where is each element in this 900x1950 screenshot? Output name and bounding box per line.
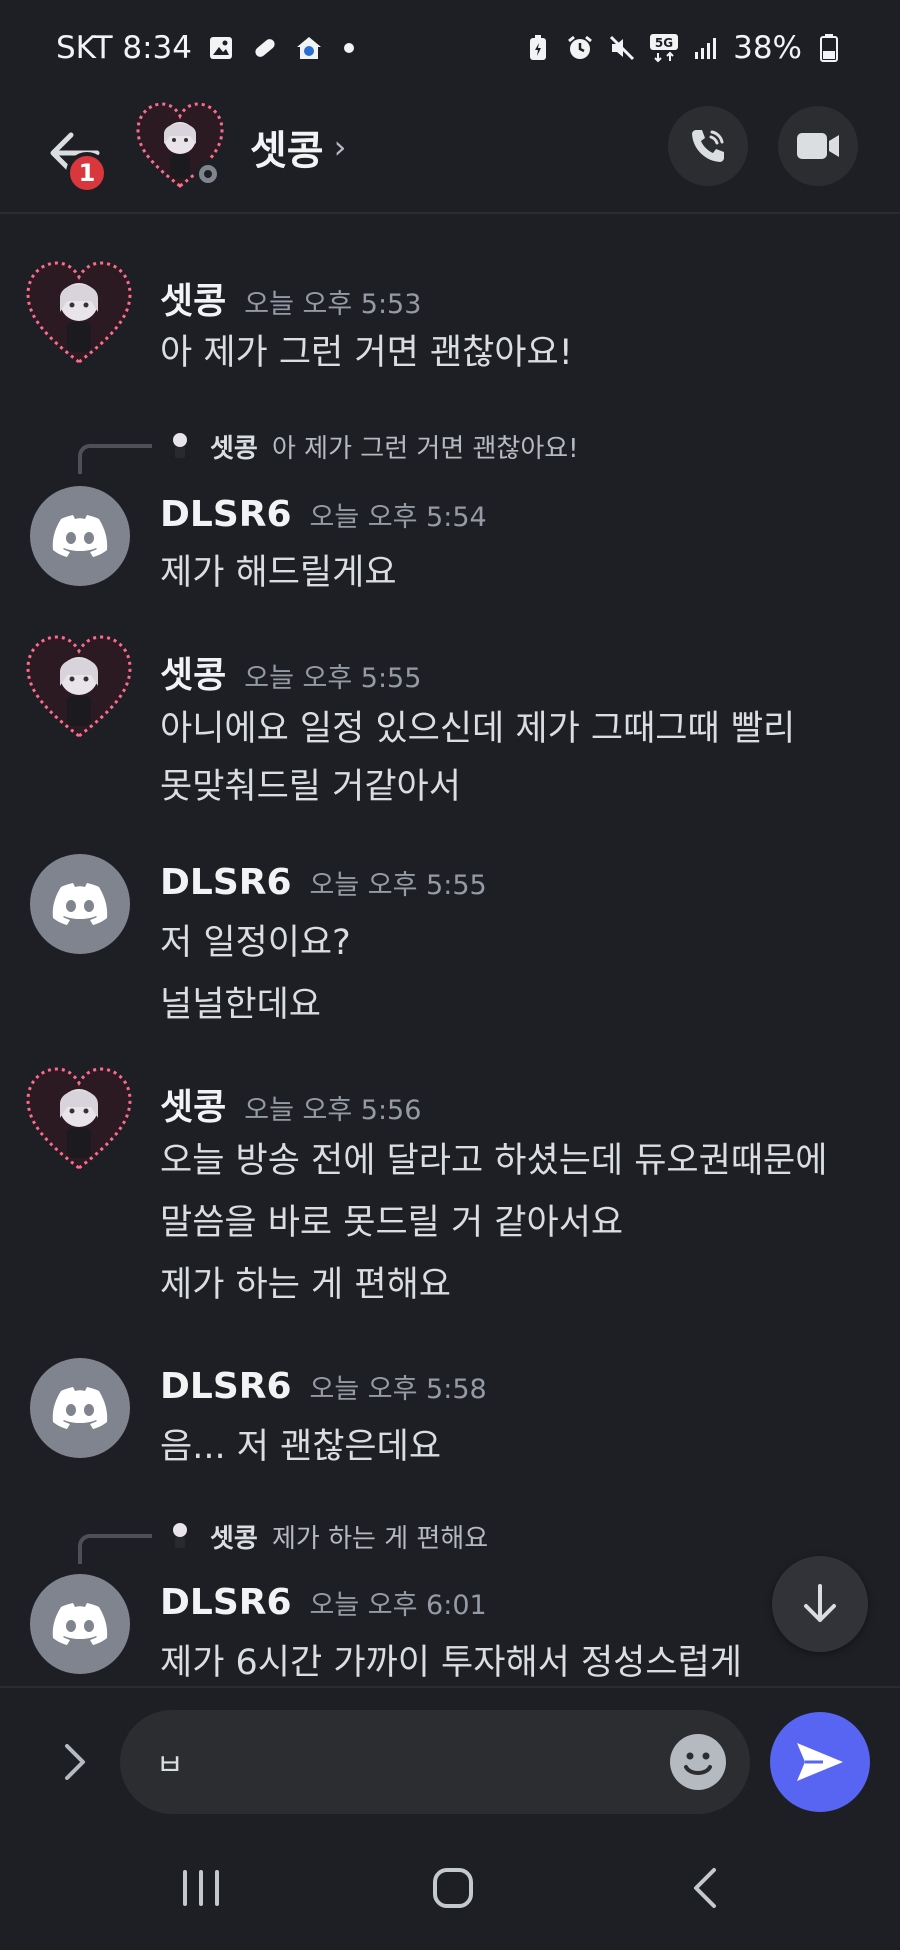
reply-reference[interactable]: 셋콩 제가 하는 게 편해요 xyxy=(0,1514,900,1564)
reply-text: 제가 하는 게 편해요 xyxy=(272,1524,489,1554)
default-avatar[interactable] xyxy=(30,1358,130,1458)
chevron-right-icon xyxy=(65,1744,85,1780)
message-text: 저 일정이요? xyxy=(160,923,351,963)
message-header: DLSR6 오늘 오후 5:55 xyxy=(160,862,487,903)
expand-actions-button[interactable] xyxy=(50,1732,100,1792)
smiley-icon xyxy=(684,1752,712,1775)
default-avatar[interactable] xyxy=(30,1574,130,1674)
discord-logo-icon xyxy=(52,515,108,557)
channel-title-text: 셋콩 xyxy=(250,128,324,174)
message-header: DLSR6 오늘 오후 5:58 xyxy=(160,1366,487,1407)
video-call-button[interactable] xyxy=(778,106,858,186)
recent-apps-icon xyxy=(183,1870,219,1906)
message-text: 못맞춰드릴 거같아서 xyxy=(160,767,461,807)
author-name[interactable]: DLSR6 xyxy=(160,1366,292,1407)
jump-to-bottom-button[interactable] xyxy=(772,1556,868,1652)
alarm-icon xyxy=(565,33,595,63)
message-header: DLSR6 오늘 오후 5:54 xyxy=(160,494,487,535)
carrier-time: SKT 8:34 xyxy=(56,30,193,66)
message-header: 셋콩 오늘 오후 5:55 xyxy=(160,646,421,698)
send-arrow-icon xyxy=(797,1743,843,1781)
signal-icon xyxy=(691,33,721,63)
message-text: 제가 해드릴게요 xyxy=(160,553,397,593)
reply-reference[interactable]: 셋콩 아 제가 그런 거면 괜찮아요! xyxy=(0,424,900,474)
offline-status-icon xyxy=(194,160,222,188)
discord-logo-icon xyxy=(52,1387,108,1429)
message-text: 널널한데요 xyxy=(160,985,322,1025)
message-text: 제가 6시간 가까이 투자해서 정성스럽게 xyxy=(160,1643,742,1683)
chevron-right-icon: › xyxy=(333,128,347,166)
user-avatar[interactable] xyxy=(24,258,134,368)
message-text: 제가 하는 게 편해요 xyxy=(160,1265,451,1305)
battery-icon xyxy=(814,33,844,63)
default-avatar[interactable] xyxy=(30,486,130,586)
reply-spine xyxy=(78,1534,152,1564)
user-avatar[interactable] xyxy=(24,632,134,742)
send-button[interactable] xyxy=(770,1712,870,1812)
reply-author: 셋콩 xyxy=(210,434,258,464)
message-text: 아 제가 그런 거면 괜찮아요! xyxy=(160,333,573,373)
message-text: 말씀을 바로 못드릴 거 같아서요 xyxy=(160,1203,624,1243)
status-bar: SKT 8:34 5G 38% xyxy=(0,0,900,96)
message-header: 셋콩 오늘 오후 5:56 xyxy=(160,1078,421,1130)
reply-author: 셋콩 xyxy=(210,1524,258,1554)
back-chevron-icon xyxy=(694,1868,716,1908)
message-text: 음... 저 괜찮은데요 xyxy=(160,1427,442,1467)
5g-icon: 5G xyxy=(649,33,679,63)
battery-saver-icon xyxy=(523,33,553,63)
timestamp: 오늘 오후 5:58 xyxy=(309,1374,487,1405)
timestamp: 오늘 오후 5:56 xyxy=(244,1095,422,1126)
message-header: DLSR6 오늘 오후 6:01 xyxy=(160,1582,487,1623)
timestamp: 오늘 오후 5:55 xyxy=(309,870,487,901)
channel-title[interactable]: 셋콩 › xyxy=(250,118,346,176)
reply-spine xyxy=(78,444,152,474)
video-camera-icon xyxy=(797,133,839,159)
home-app-icon xyxy=(294,33,324,63)
user-avatar[interactable] xyxy=(24,1064,134,1174)
pill-icon xyxy=(250,33,280,63)
recent-apps-button[interactable] xyxy=(166,1858,236,1918)
gallery-icon xyxy=(206,33,236,63)
timestamp: 오늘 오후 5:53 xyxy=(244,289,422,320)
timestamp: 오늘 오후 6:01 xyxy=(309,1590,487,1621)
system-back-button[interactable] xyxy=(670,1858,740,1918)
message-composer: ㅂ xyxy=(0,1686,900,1828)
message-text: 오늘 방송 전에 달라고 하셨는데 듀오권때문에 xyxy=(160,1141,828,1181)
message-text: 아니에요 일정 있으신데 제가 그때그때 빨리 xyxy=(160,709,796,749)
mute-icon xyxy=(607,33,637,63)
reply-avatar xyxy=(173,1523,187,1548)
dot-indicator xyxy=(344,43,355,53)
reply-text: 아 제가 그런 거면 괜찮아요! xyxy=(272,434,579,464)
author-name[interactable]: 셋콩 xyxy=(160,646,226,698)
timestamp: 오늘 오후 5:55 xyxy=(244,663,422,694)
message-input-value: ㅂ xyxy=(156,1748,184,1783)
home-button[interactable] xyxy=(418,1858,488,1918)
unread-badge: 1 xyxy=(66,152,108,194)
message-input[interactable]: ㅂ xyxy=(120,1710,750,1814)
battery-percent: 38% xyxy=(733,30,802,66)
default-avatar[interactable] xyxy=(30,854,130,954)
author-name[interactable]: 셋콩 xyxy=(160,272,226,324)
home-icon xyxy=(433,1868,473,1908)
timestamp: 오늘 오후 5:54 xyxy=(309,502,487,533)
emoji-button[interactable] xyxy=(670,1734,726,1790)
channel-header: 1 셋콩 › xyxy=(0,96,900,214)
reply-avatar xyxy=(173,433,187,458)
phone-call-icon xyxy=(692,130,724,162)
svg-text:5G: 5G xyxy=(655,36,673,50)
voice-call-button[interactable] xyxy=(668,106,748,186)
system-navigation-bar xyxy=(0,1828,900,1950)
author-name[interactable]: DLSR6 xyxy=(160,862,292,903)
author-name[interactable]: DLSR6 xyxy=(160,1582,292,1623)
discord-logo-icon xyxy=(52,1603,108,1645)
author-name[interactable]: 셋콩 xyxy=(160,1078,226,1130)
message-header: 셋콩 오늘 오후 5:53 xyxy=(160,272,421,324)
author-name[interactable]: DLSR6 xyxy=(160,494,292,535)
arrow-down-icon xyxy=(804,1584,836,1622)
discord-logo-icon xyxy=(52,883,108,925)
